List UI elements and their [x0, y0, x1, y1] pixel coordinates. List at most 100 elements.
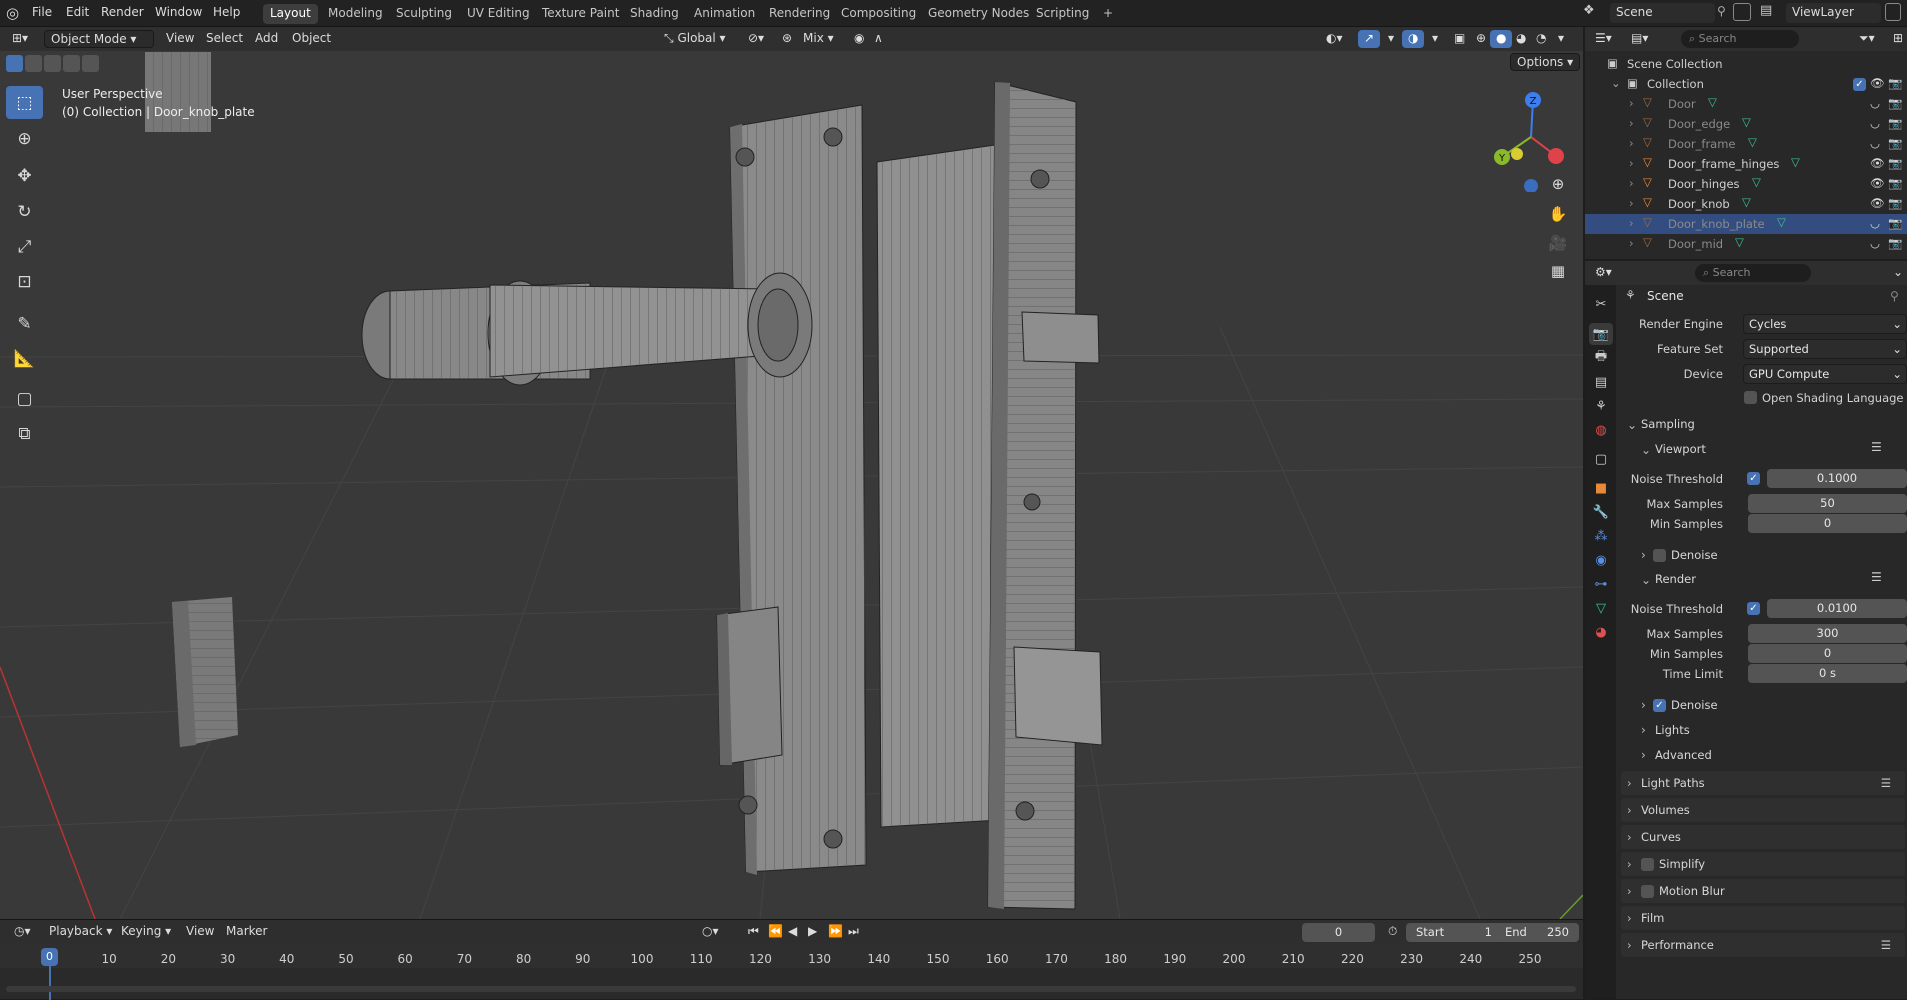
select-new-icon[interactable] — [6, 55, 23, 72]
eye-open-icon[interactable]: 👁 — [1870, 196, 1885, 210]
latch-bolt[interactable] — [1021, 311, 1100, 364]
vp-min-samples-field[interactable]: 0 — [1748, 514, 1907, 533]
chevron-right-icon[interactable]: › — [1629, 196, 1634, 210]
scene-selector[interactable]: Scene — [1610, 3, 1715, 23]
cursor-tool-icon[interactable]: ⊕ — [6, 122, 43, 155]
tab-animation[interactable]: Animation — [687, 4, 762, 24]
visibility-icon[interactable]: ◐▾ — [1320, 30, 1349, 48]
gizmo-toggle-icon[interactable]: ↗ — [1358, 30, 1381, 48]
overlay-dropdown-icon[interactable]: ▾ — [1426, 30, 1444, 48]
timeline-editor-icon[interactable]: ◷▾ — [8, 923, 37, 941]
presets-list-icon[interactable]: ☰ — [1881, 933, 1891, 957]
menu-playback[interactable]: Playback ▾ — [43, 923, 118, 941]
timeline-scrollbar[interactable] — [6, 986, 1576, 992]
timeline[interactable]: ◷▾ Playback ▾ Keying ▾ View Marker ○▾ ⏮ … — [0, 919, 1583, 1000]
menu-view[interactable]: View — [160, 30, 200, 48]
object-tab-icon[interactable]: ■ — [1589, 477, 1613, 499]
material-tab-icon[interactable]: ◕ — [1589, 621, 1613, 643]
outliner-object-row[interactable]: › ▽ Door_knob_plate ▽ ◡ 📷 — [1585, 214, 1907, 234]
scene-tab-icon[interactable]: ⚘ — [1589, 395, 1613, 417]
snap-mode-selector[interactable]: Mix ▾ — [797, 30, 840, 48]
menu-file[interactable]: File — [32, 5, 52, 19]
chevron-right-icon[interactable]: › — [1629, 116, 1634, 130]
chevron-right-icon[interactable]: › — [1627, 906, 1632, 930]
deadbolt[interactable] — [1013, 646, 1103, 746]
menu-window[interactable]: Window — [155, 5, 202, 19]
chevron-right-icon[interactable]: › — [1641, 698, 1646, 712]
tab-layout[interactable]: Layout — [263, 4, 318, 24]
render-camera-icon[interactable]: 📷 — [1888, 116, 1902, 130]
tab-sculpting[interactable]: Sculpting — [389, 4, 459, 24]
auto-keying-icon[interactable]: ○▾ — [696, 923, 725, 941]
chevron-right-icon[interactable]: › — [1627, 852, 1632, 876]
osl-checkbox[interactable] — [1744, 391, 1757, 404]
play-icon[interactable]: ▶ — [802, 923, 823, 941]
render-camera-icon[interactable]: 📷 — [1888, 236, 1902, 250]
tab-compositing[interactable]: Compositing — [834, 4, 923, 24]
panel-enable-checkbox[interactable] — [1641, 858, 1654, 871]
eye-closed-icon[interactable]: ◡ — [1870, 136, 1880, 150]
xray-icon[interactable]: ▣ — [1448, 30, 1471, 48]
new-collection-icon[interactable]: ⊞ — [1887, 30, 1907, 48]
chevron-down-icon[interactable]: ⌄ — [1627, 418, 1637, 432]
outliner-object-row[interactable]: › ▽ Door_edge ▽ ◡ 📷 — [1585, 114, 1907, 134]
falloff-icon[interactable]: ∧ — [868, 30, 889, 48]
outliner-object-row[interactable]: › ▽ Door_frame ▽ ◡ 📷 — [1585, 134, 1907, 154]
chevron-down-icon[interactable]: ⌄ — [1641, 443, 1651, 457]
measure-tool-icon[interactable]: 📐 — [6, 342, 43, 375]
render-camera-icon[interactable]: 📷 — [1888, 176, 1902, 190]
chevron-right-icon[interactable]: › — [1641, 748, 1646, 762]
rendered-shading-icon[interactable]: ◔ — [1530, 30, 1552, 48]
move-tool-icon[interactable]: ✥ — [6, 159, 43, 192]
select-intersect-icon[interactable] — [82, 55, 99, 72]
panel-header[interactable]: › Light Paths ☰ — [1621, 771, 1905, 795]
new-scene-icon[interactable] — [1733, 3, 1751, 21]
outliner-scene-collection[interactable]: ▣ Scene Collection — [1585, 54, 1907, 74]
outliner-editor-icon[interactable]: ☰▾ — [1589, 30, 1618, 48]
menu-select[interactable]: Select — [200, 30, 249, 48]
tab-scripting[interactable]: Scripting — [1029, 4, 1096, 24]
chevron-down-icon[interactable]: ⌄ — [1641, 573, 1651, 587]
menu-keying[interactable]: Keying ▾ — [115, 923, 177, 941]
overlay-toggle-icon[interactable]: ◑ — [1402, 30, 1425, 48]
panel-enable-checkbox[interactable] — [1641, 885, 1654, 898]
render-subpanel-header[interactable]: Render — [1655, 572, 1696, 586]
add-workspace-button[interactable]: + — [1096, 4, 1120, 24]
data-tab-icon[interactable]: ▽ — [1589, 597, 1613, 619]
panel-header[interactable]: › Motion Blur — [1621, 879, 1905, 903]
chevron-down-icon[interactable]: ⌄ — [1611, 76, 1621, 90]
shading-dropdown-icon[interactable]: ▾ — [1552, 30, 1570, 48]
r-noise-threshold-checkbox[interactable]: ✓ — [1747, 602, 1760, 615]
current-frame-field[interactable]: 0 — [1302, 923, 1375, 942]
tab-texture-paint[interactable]: Texture Paint — [535, 4, 626, 24]
tab-shading[interactable]: Shading — [623, 4, 686, 24]
particles-tab-icon[interactable]: ⁂ — [1589, 525, 1613, 547]
chevron-right-icon[interactable]: › — [1629, 176, 1634, 190]
eye-open-icon[interactable]: 👁 — [1870, 156, 1885, 170]
perspective-toggle-icon[interactable]: ▦ — [1544, 257, 1572, 285]
extrude-cube-tool-icon[interactable]: ⧉ — [6, 417, 43, 450]
zoom-icon[interactable]: ⊕ — [1544, 170, 1572, 198]
chevron-right-icon[interactable]: › — [1627, 825, 1632, 849]
r-noise-threshold-field[interactable]: 0.0100 — [1767, 599, 1907, 618]
select-subtract-icon[interactable] — [44, 55, 61, 72]
eye-closed-icon[interactable]: ◡ — [1870, 96, 1880, 110]
render-camera-icon[interactable]: 📷 — [1888, 156, 1902, 170]
render-camera-icon[interactable]: 📷 — [1888, 136, 1902, 150]
view-layer-tab-icon[interactable]: ▤ — [1589, 371, 1613, 393]
view-layer-icon[interactable]: ▤ — [1760, 3, 1780, 23]
r-time-limit-field[interactable]: 0 s — [1748, 664, 1907, 683]
tab-geometry-nodes[interactable]: Geometry Nodes — [921, 4, 1036, 24]
chevron-right-icon[interactable]: › — [1641, 723, 1646, 737]
panel-header[interactable]: › Film — [1621, 906, 1905, 930]
menu-timeline-view[interactable]: View — [180, 923, 220, 941]
tab-modeling[interactable]: Modeling — [321, 4, 390, 24]
menu-edit[interactable]: Edit — [66, 5, 89, 19]
end-frame-field[interactable]: End 250 — [1495, 923, 1579, 942]
presets-list-icon[interactable]: ☰ — [1871, 570, 1882, 584]
vp-noise-threshold-checkbox[interactable]: ✓ — [1747, 472, 1760, 485]
tab-uv-editing[interactable]: UV Editing — [460, 4, 537, 24]
eye-closed-icon[interactable]: ◡ — [1870, 216, 1880, 230]
render-camera-icon[interactable]: 📷 — [1888, 196, 1902, 210]
physics-tab-icon[interactable]: ◉ — [1589, 549, 1613, 571]
